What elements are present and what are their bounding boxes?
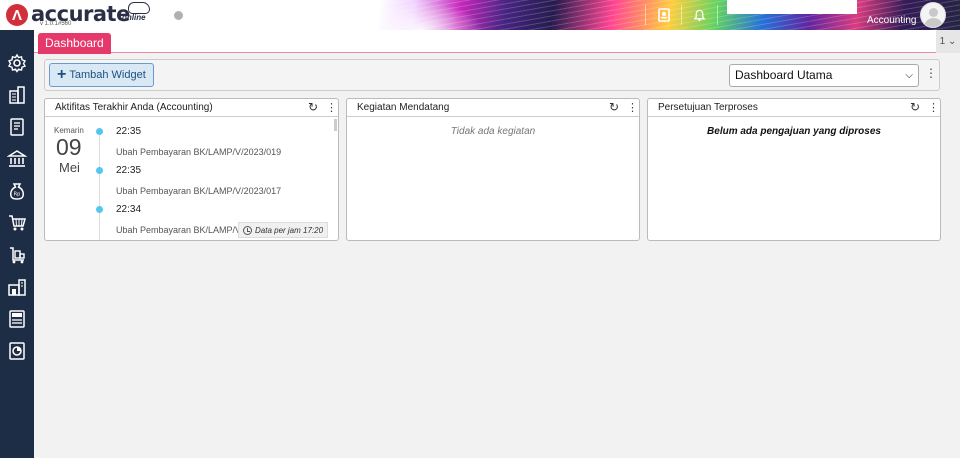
- activity-description[interactable]: Ubah Pembayaran BK/LAMP/V/2023/017: [116, 186, 281, 196]
- tab-bar: Dashboard 1 ⌄: [34, 30, 960, 54]
- scrollbar[interactable]: [334, 119, 337, 131]
- svg-text:Rp: Rp: [14, 192, 21, 198]
- widget-header: Aktifitas Terakhir Anda (Accounting) ↻ ⋮: [45, 99, 338, 117]
- activity-time: 22:34: [116, 204, 142, 215]
- sidebar-item-ledger[interactable]: [0, 112, 34, 142]
- tab-dashboard[interactable]: Dashboard: [38, 33, 111, 54]
- bell-icon: [693, 9, 705, 21]
- bank-icon: [7, 150, 27, 167]
- add-widget-label: Tambah Widget: [69, 69, 146, 81]
- activity-widget: Aktifitas Terakhir Anda (Accounting) ↻ ⋮…: [44, 98, 339, 241]
- widget-title: Aktifitas Terakhir Anda (Accounting): [55, 102, 213, 113]
- chevron-down-icon: ⌵: [905, 70, 913, 81]
- dashboard-select-value: Dashboard Utama: [735, 68, 833, 82]
- activity-time: 22:35: [116, 165, 142, 176]
- document-icon: [658, 8, 670, 22]
- warehouse-icon: [8, 279, 26, 296]
- user-name-bar: [727, 0, 857, 14]
- timeline-dot: [96, 128, 103, 135]
- sidebar-item-purchase[interactable]: [0, 208, 34, 238]
- approvals-widget: Persetujuan Terproses ↻ ⋮ Belum ada peng…: [647, 98, 941, 241]
- timeline-line: [99, 133, 100, 240]
- tax-document-icon: [9, 310, 25, 328]
- widget-menu-icon[interactable]: ⋮: [928, 101, 939, 114]
- refresh-icon[interactable]: ↻: [910, 100, 920, 114]
- empty-message: Tidak ada kegiatan: [450, 126, 536, 137]
- sidebar: Rp: [0, 30, 34, 458]
- trolley-icon: [10, 247, 25, 264]
- gear-icon: [7, 53, 27, 73]
- header-divider: [717, 5, 718, 25]
- top-header: Λ accurate online v 1.0.1#560 Accounting: [0, 0, 960, 30]
- widget-menu-icon[interactable]: ⋮: [326, 101, 337, 114]
- dashboard-menu-icon[interactable]: ⋮: [925, 66, 937, 80]
- activity-time: 22:35: [116, 126, 142, 137]
- dashboard-toolbar: + Tambah Widget Dashboard Utama ⌵ ⋮: [44, 59, 940, 91]
- sidebar-item-tax[interactable]: [0, 304, 34, 334]
- status-dot: [174, 11, 183, 20]
- timeline-dot: [96, 206, 103, 213]
- sidebar-item-settings[interactable]: [0, 48, 34, 78]
- sidebar-item-company[interactable]: [0, 80, 34, 110]
- avatar[interactable]: [920, 2, 946, 28]
- logo-suffix: online: [122, 13, 146, 22]
- cart-icon: [9, 215, 26, 231]
- book-icon: [10, 118, 24, 136]
- money-bag-icon: Rp: [10, 183, 24, 200]
- empty-message: Belum ada pengajuan yang diproses: [707, 126, 881, 137]
- date-month: Mei: [59, 160, 80, 175]
- widget-header: Persetujuan Terproses ↻ ⋮: [648, 99, 940, 117]
- timeline-dot: [96, 167, 103, 174]
- date-day: 09: [56, 134, 82, 160]
- add-widget-button[interactable]: + Tambah Widget: [49, 63, 154, 87]
- dashboard-select[interactable]: Dashboard Utama ⌵: [729, 64, 919, 87]
- data-timestamp-badge: Data per jam 17:20: [238, 222, 329, 238]
- user-role: Accounting: [867, 15, 917, 26]
- widget-menu-icon[interactable]: ⋮: [627, 101, 638, 114]
- plus-icon: +: [57, 66, 67, 83]
- refresh-icon[interactable]: ↻: [308, 100, 318, 114]
- notification-button[interactable]: [681, 0, 717, 30]
- document-button[interactable]: [646, 0, 682, 30]
- refresh-icon[interactable]: ↻: [609, 100, 619, 114]
- tab-count: 1: [939, 36, 946, 47]
- tab-overflow-button[interactable]: 1 ⌄: [936, 30, 960, 53]
- app-version: v 1.0.1#560: [40, 21, 72, 27]
- widget-title: Persetujuan Terproses: [658, 102, 758, 113]
- sidebar-item-bank[interactable]: [0, 144, 34, 174]
- sidebar-item-reports[interactable]: [0, 336, 34, 366]
- logo-mark-icon: Λ: [6, 4, 28, 26]
- widget-title: Kegiatan Mendatang: [357, 102, 450, 113]
- widget-header: Kegiatan Mendatang ↻ ⋮: [347, 99, 639, 117]
- activity-description[interactable]: Ubah Pembayaran BK/LAMP/V/2023/019: [116, 147, 281, 157]
- data-timestamp: Data per jam 17:20: [255, 225, 324, 235]
- sidebar-item-inventory[interactable]: [0, 272, 34, 302]
- upcoming-widget: Kegiatan Mendatang ↻ ⋮ Tidak ada kegiata…: [346, 98, 640, 241]
- building-icon: [9, 86, 25, 104]
- report-icon: [9, 342, 25, 360]
- sidebar-item-sales[interactable]: [0, 240, 34, 270]
- clock-icon: [243, 225, 252, 235]
- sidebar-item-cash[interactable]: Rp: [0, 176, 34, 206]
